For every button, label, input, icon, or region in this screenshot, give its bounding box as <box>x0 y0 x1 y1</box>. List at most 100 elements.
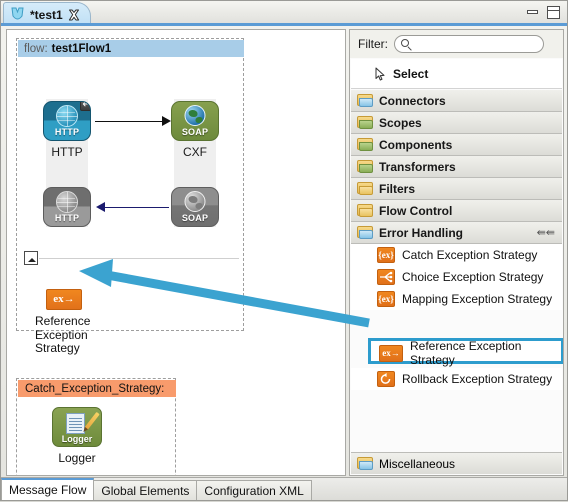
flow-arrow-return-head <box>96 202 105 212</box>
flow-node-label-logger: Logger <box>58 451 96 465</box>
cursor-icon <box>375 67 386 81</box>
pencil-icon <box>84 411 100 431</box>
world-globe-icon <box>184 105 206 126</box>
rollback-icon <box>377 371 395 387</box>
search-input[interactable] <box>415 37 541 53</box>
ex-brace-icon: {ex} <box>377 247 395 263</box>
folder-icon <box>357 94 373 107</box>
node-icon-text: Logger <box>61 434 93 444</box>
item-label: Choice Exception Strategy <box>402 270 544 284</box>
palette-item-rollback-exception-strategy[interactable]: Rollback Exception Strategy <box>351 368 562 390</box>
node-icon-text: HTTP <box>54 213 80 223</box>
flow-node-soap-outbound[interactable]: SOAP <box>171 187 219 227</box>
bottom-tab-bar: Message Flow Global Elements Configurati… <box>1 477 567 500</box>
flow-node-http-outbound[interactable]: HTTP <box>43 187 91 227</box>
maximize-icon[interactable] <box>547 6 561 19</box>
flow-node-http-inbound[interactable]: HTTP <box>43 101 91 141</box>
group-label: Error Handling <box>379 225 464 240</box>
flow-header-key: flow: <box>24 42 48 55</box>
tab-configuration-xml[interactable]: Configuration XML <box>196 480 312 500</box>
folder-icon <box>357 138 373 151</box>
tab-global-elements[interactable]: Global Elements <box>93 480 198 500</box>
ex-brace-icon: {ex} <box>377 291 395 307</box>
palette-group-transformers[interactable]: Transformers <box>351 156 562 178</box>
flow-canvas[interactable]: flow: test1Flow1 HTTP HTTP SOAP <box>6 29 346 476</box>
editor-tab-label: *test1 <box>30 7 63 22</box>
flow-node-cxf[interactable]: SOAP <box>171 101 219 141</box>
collapse-all-icon[interactable]: ⇚⇚ <box>537 228 555 239</box>
close-icon[interactable] <box>68 9 80 21</box>
tab-label: Message Flow <box>9 483 87 497</box>
flow-divider <box>39 258 239 259</box>
palette-select-tool[interactable]: Select <box>351 59 562 89</box>
node-icon-text: HTTP <box>54 127 80 137</box>
group-label: Flow Control <box>379 203 453 218</box>
palette-item-catch-exception-strategy[interactable]: {ex} Catch Exception Strategy <box>351 244 562 266</box>
group-label: Miscellaneous <box>379 456 456 471</box>
minimize-icon[interactable] <box>526 6 540 19</box>
choice-icon <box>377 269 395 285</box>
flow-arrow-forward-head <box>162 116 171 126</box>
flow-container[interactable]: flow: test1Flow1 HTTP HTTP SOAP <box>16 38 244 355</box>
ref-label-line2: Exception <box>35 327 88 342</box>
ex-arrow-icon-text: ex→ <box>53 293 75 305</box>
canvas-reference-exception-label: Reference Exception Strategy <box>35 314 115 356</box>
item-label: Catch Exception Strategy <box>402 248 538 262</box>
folder-icon <box>357 226 373 239</box>
search-icon <box>401 39 409 47</box>
item-label: Mapping Exception Strategy <box>402 292 553 306</box>
palette-group-components[interactable]: Components <box>351 134 562 156</box>
exchange-badge-icon <box>80 102 90 111</box>
group-label: Filters <box>379 181 416 196</box>
palette-group-miscellaneous[interactable]: Miscellaneous <box>351 452 562 474</box>
flow-node-label-http: HTTP <box>51 145 83 159</box>
flow-header: flow: test1Flow1 <box>18 40 244 57</box>
palette-group-scopes[interactable]: Scopes <box>351 112 562 134</box>
folder-icon <box>357 116 373 129</box>
palette-item-mapping-exception-strategy[interactable]: {ex} Mapping Exception Strategy <box>351 288 562 310</box>
palette-filter-row: Filter: <box>350 30 563 58</box>
filter-search-box[interactable] <box>394 35 544 53</box>
palette-item-choice-exception-strategy[interactable]: Choice Exception Strategy <box>351 266 562 288</box>
group-label: Components <box>379 137 453 152</box>
palette-group-filters[interactable]: Filters <box>351 178 562 200</box>
mule-studio-window: *test1 flow: test1Flow1 HTTP ⇄ HTTP SOAP… <box>0 0 568 501</box>
item-label: Rollback Exception Strategy <box>402 372 553 386</box>
canvas-reference-exception-icon[interactable]: ex→ <box>46 289 82 310</box>
folder-icon <box>357 160 373 173</box>
ref-label-line1: Reference <box>35 314 91 328</box>
palette-item-reference-exception-strategy[interactable]: ex→ Reference Exception Strategy <box>374 339 559 367</box>
filter-label: Filter: <box>358 37 388 51</box>
palette-group-connectors[interactable]: Connectors <box>351 90 562 112</box>
select-tool-label: Select <box>393 66 429 81</box>
palette-group-flow-control[interactable]: Flow Control <box>351 200 562 222</box>
window-buttons <box>526 6 561 19</box>
group-label: Scopes <box>379 115 422 130</box>
folder-icon <box>357 182 373 195</box>
component-palette[interactable]: Filter: Select Connectors Scopes Compone… <box>349 29 564 476</box>
ref-label-line3: Strategy <box>35 341 80 355</box>
catch-exception-strategy-container[interactable]: Catch_Exception_Strategy: Logger Logger <box>16 378 176 475</box>
flow-header-value: test1Flow1 <box>51 42 112 55</box>
editor-tab-test1[interactable]: *test1 <box>3 2 91 26</box>
mule-icon <box>10 7 25 22</box>
flow-node-logger[interactable]: Logger <box>52 407 102 447</box>
ex-arrow-icon: ex→ <box>379 344 403 362</box>
palette-group-error-handling[interactable]: Error Handling ⇚⇚ <box>351 222 562 244</box>
group-label: Transformers <box>379 159 456 174</box>
folder-icon <box>357 204 373 217</box>
flow-node-label-cxf: CXF <box>183 145 207 159</box>
tab-label: Configuration XML <box>204 483 304 498</box>
tab-label: Global Elements <box>101 483 190 498</box>
group-label: Connectors <box>379 93 446 108</box>
catch-exception-strategy-header: Catch_Exception_Strategy: <box>18 380 176 397</box>
collapse-handle[interactable] <box>24 251 38 265</box>
globe-icon <box>56 191 78 213</box>
ex-arrow-icon-text: ex→ <box>382 347 400 358</box>
node-icon-text: SOAP <box>181 127 209 137</box>
flow-arrow-return <box>103 207 169 208</box>
tab-message-flow[interactable]: Message Flow <box>1 478 95 500</box>
folder-icon <box>357 457 373 470</box>
node-icon-text: SOAP <box>181 213 209 223</box>
globe-icon <box>56 105 78 127</box>
